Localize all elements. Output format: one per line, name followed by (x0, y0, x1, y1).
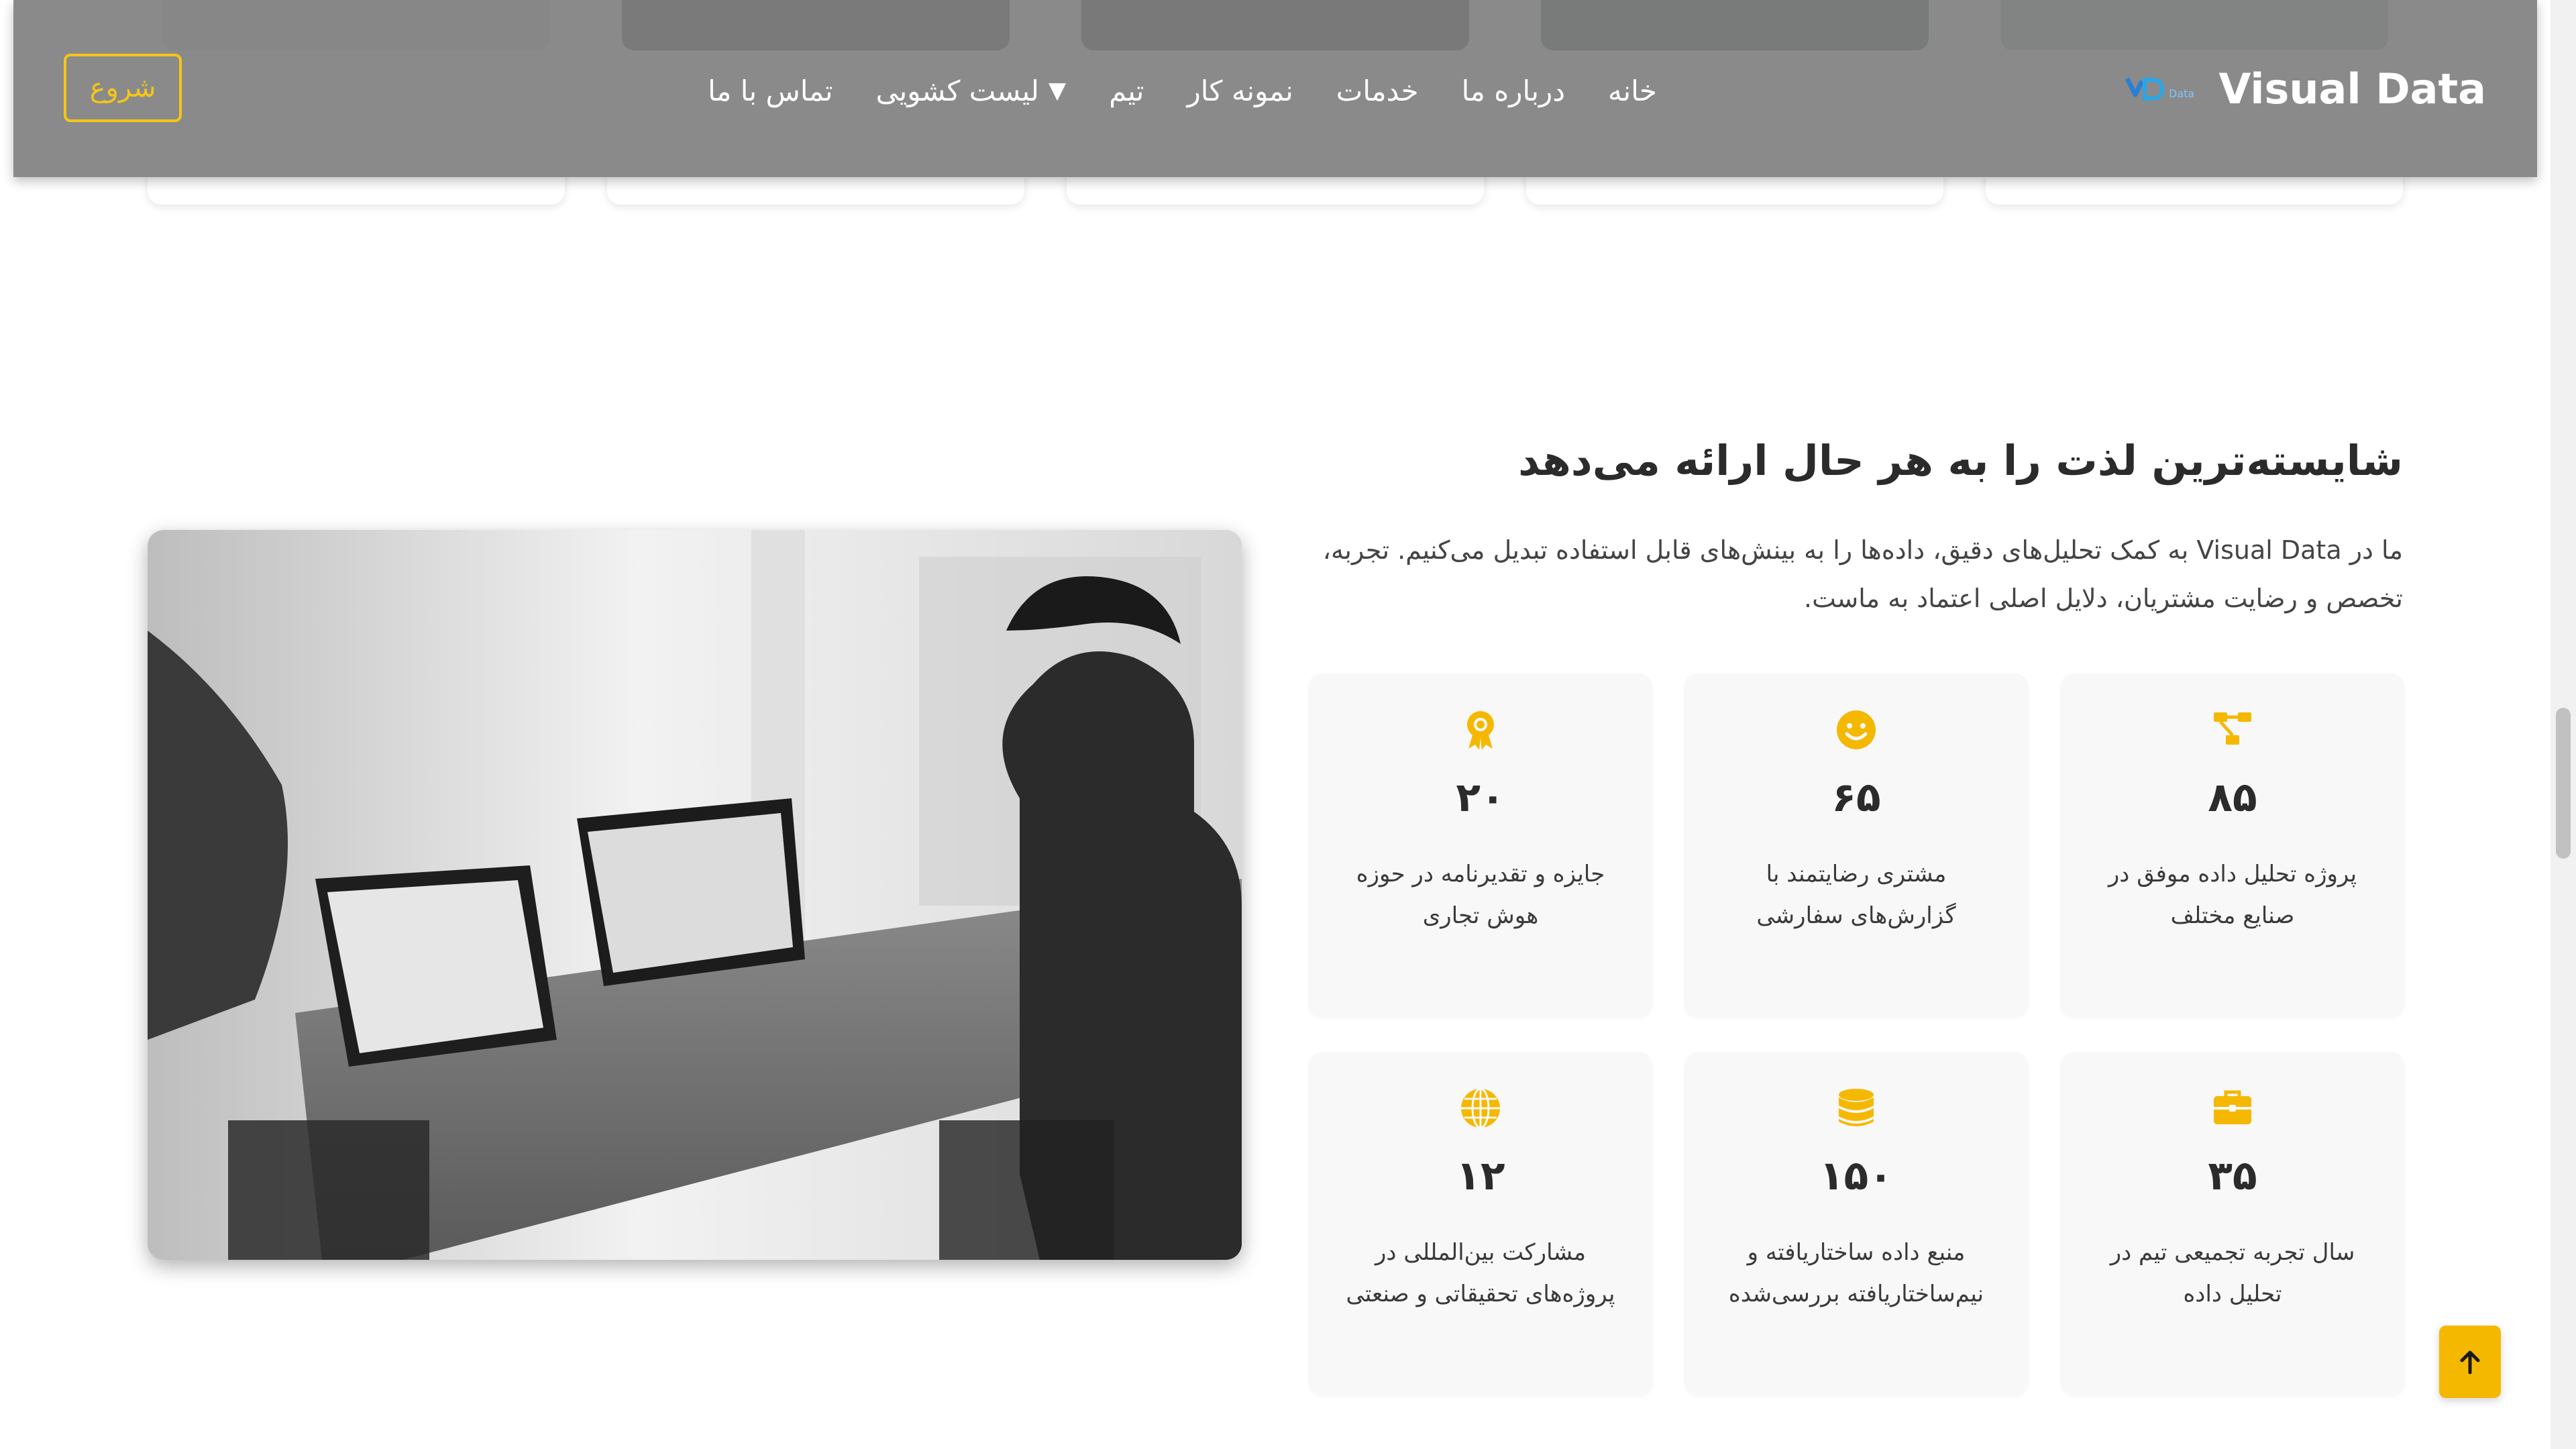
section-description: ما در Visual Data به کمک تحلیل‌های دقیق،… (1322, 535, 2403, 613)
stat-number: ۳۵ (2208, 1152, 2257, 1199)
nav-services-label: خدمات (1336, 74, 1419, 107)
team-photo (148, 530, 1242, 1260)
nav-about[interactable]: درباره ما (1462, 74, 1565, 107)
svg-text:Data: Data (2169, 87, 2194, 100)
stat-label: جایزه و تقدیرنامه در حوزه هوش تجاری (1356, 861, 1605, 929)
page-scrollbar[interactable] (2551, 0, 2576, 1449)
section-title: شایسته‌ترین لذت را به هر حال ارائه می‌ده… (1518, 436, 2403, 485)
stat-label: منبع داده ساختاریافته و نیم‌ساختاریافته … (1728, 1239, 1984, 1307)
smile-icon (1837, 710, 1876, 749)
arrow-up-icon (2460, 1350, 2480, 1375)
nav-home-label: خانه (1608, 74, 1657, 107)
site-header: شروع خانه درباره ما خدمات نمونه کار تیم … (13, 0, 2537, 177)
award-icon (1467, 711, 1494, 750)
nav-team[interactable]: تیم (1109, 74, 1144, 107)
start-button[interactable]: شروع (64, 54, 182, 122)
stat-card-clients: ۶۵ مشتری رضایتمند با گزارش‌های سفارشی (1684, 674, 2028, 1017)
nav-dropdown[interactable]: لیست کشویی ▼ (876, 74, 1067, 107)
stat-number: ۸۵ (2208, 774, 2257, 821)
stat-label: پروژه تحلیل داده موفق در صنایع مختلف (2108, 861, 2357, 929)
nav-team-label: تیم (1109, 74, 1144, 107)
stat-card-international: ۱۲ مشارکت بین‌المللی در پروژه‌های تحقیقا… (1309, 1052, 1652, 1395)
globe-icon (1461, 1087, 1500, 1129)
stat-number: ۱۲ (1456, 1152, 1505, 1199)
stat-label: مشتری رضایتمند با گزارش‌های سفارشی (1756, 861, 1956, 929)
stat-label: مشارکت بین‌المللی در پروژه‌های تحقیقاتی … (1346, 1239, 1615, 1307)
scrollbar-thumb[interactable] (2556, 708, 2571, 859)
nav-portfolio-label: نمونه کار (1187, 74, 1293, 107)
brand-name: Visual Data (2218, 64, 2486, 113)
nav-contact-label: تماس با ما (708, 74, 833, 107)
database-icon (1839, 1089, 1874, 1126)
stat-card-awards: ۲۰ جایزه و تقدیرنامه در حوزه هوش تجاری (1309, 674, 1652, 1017)
stat-number: ۱۵۰ (1819, 1152, 1893, 1199)
stat-card-experience: ۳۵ سال تجربه تجمیعی تیم در تحلیل داده (2061, 1052, 2404, 1395)
briefcase-icon (2214, 1090, 2251, 1124)
nav-home[interactable]: خانه (1608, 74, 1657, 107)
caret-down-icon: ▼ (1048, 77, 1067, 104)
nav-portfolio[interactable]: نمونه کار (1187, 74, 1293, 107)
back-to-top-button[interactable] (2439, 1326, 2501, 1398)
stat-number: ۶۵ (1831, 774, 1881, 821)
nav-dropdown-label: لیست کشویی (875, 74, 1039, 107)
nav-about-label: درباره ما (1461, 74, 1566, 107)
brand-logo-icon: Data (2125, 72, 2200, 107)
stat-number: ۲۰ (1456, 774, 1505, 821)
diagram-icon (2214, 712, 2251, 745)
brand[interactable]: Data Visual Data (2125, 64, 2486, 113)
nav-contact[interactable]: تماس با ما (708, 74, 833, 107)
nav-services[interactable]: خدمات (1336, 74, 1419, 107)
stat-card-projects: ۸۵ پروژه تحلیل داده موفق در صنایع مختلف (2061, 674, 2404, 1017)
main-nav: خانه درباره ما خدمات نمونه کار تیم لیست … (708, 66, 1657, 115)
stat-label: سال تجربه تجمیعی تیم در تحلیل داده (2110, 1239, 2355, 1307)
stat-card-data-sources: ۱۵۰ منبع داده ساختاریافته و نیم‌ساختاریا… (1684, 1052, 2028, 1395)
